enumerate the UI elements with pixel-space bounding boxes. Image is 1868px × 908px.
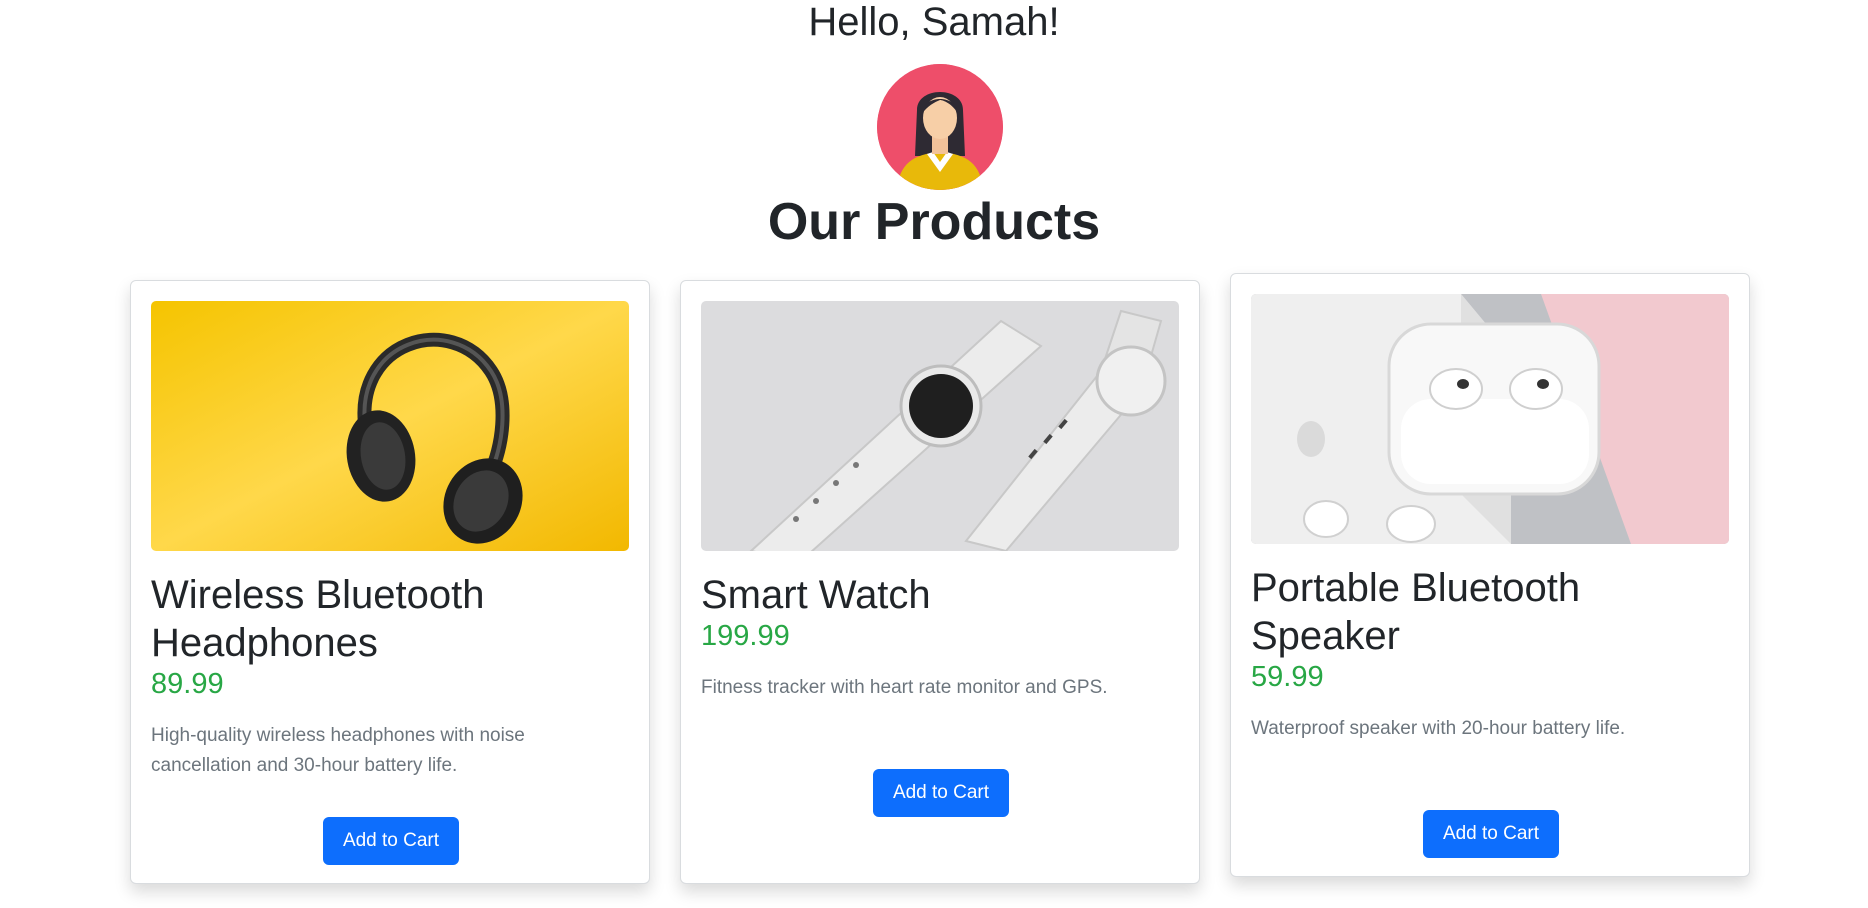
add-to-cart-button[interactable]: Add to Cart [1423, 810, 1559, 858]
product-title: Portable Bluetooth Speaker [1251, 566, 1581, 658]
product-page: Hello, Samah! Our Products Wireless Blue… [0, 0, 1868, 908]
product-title: Smart Watch [701, 573, 931, 617]
add-to-cart-button[interactable]: Add to Cart [323, 817, 459, 865]
product-title: Wireless Bluetooth Headphones [151, 573, 485, 665]
product-description: Waterproof speaker with 20-hour battery … [1251, 718, 1626, 739]
product-price: 89.99 [151, 668, 224, 700]
product-price: 59.99 [1251, 661, 1324, 693]
headphones-illustration [151, 301, 629, 551]
products-heading: Our Products [767, 193, 1101, 251]
smart-watch-image [701, 301, 1179, 551]
product-description: High-quality wireless headphones with no… [151, 725, 525, 776]
avatar [877, 64, 1003, 190]
product-card: Smart Watch 199.99 Fitness tracker with … [680, 280, 1200, 884]
earbuds-illustration [1251, 294, 1729, 544]
headphones-image [151, 301, 629, 551]
product-card: Wireless Bluetooth Headphones 89.99 High… [130, 280, 650, 884]
product-description: Fitness tracker with heart rate monitor … [701, 677, 1108, 698]
product-price: 199.99 [701, 620, 790, 652]
earbuds-image [1251, 294, 1729, 544]
woman-avatar-icon [877, 64, 1003, 190]
greeting-heading: Hello, Samah! [808, 0, 1060, 44]
product-card: Portable Bluetooth Speaker 59.99 Waterpr… [1230, 273, 1750, 877]
smart-watch-illustration [701, 301, 1179, 551]
add-to-cart-button[interactable]: Add to Cart [873, 769, 1009, 817]
